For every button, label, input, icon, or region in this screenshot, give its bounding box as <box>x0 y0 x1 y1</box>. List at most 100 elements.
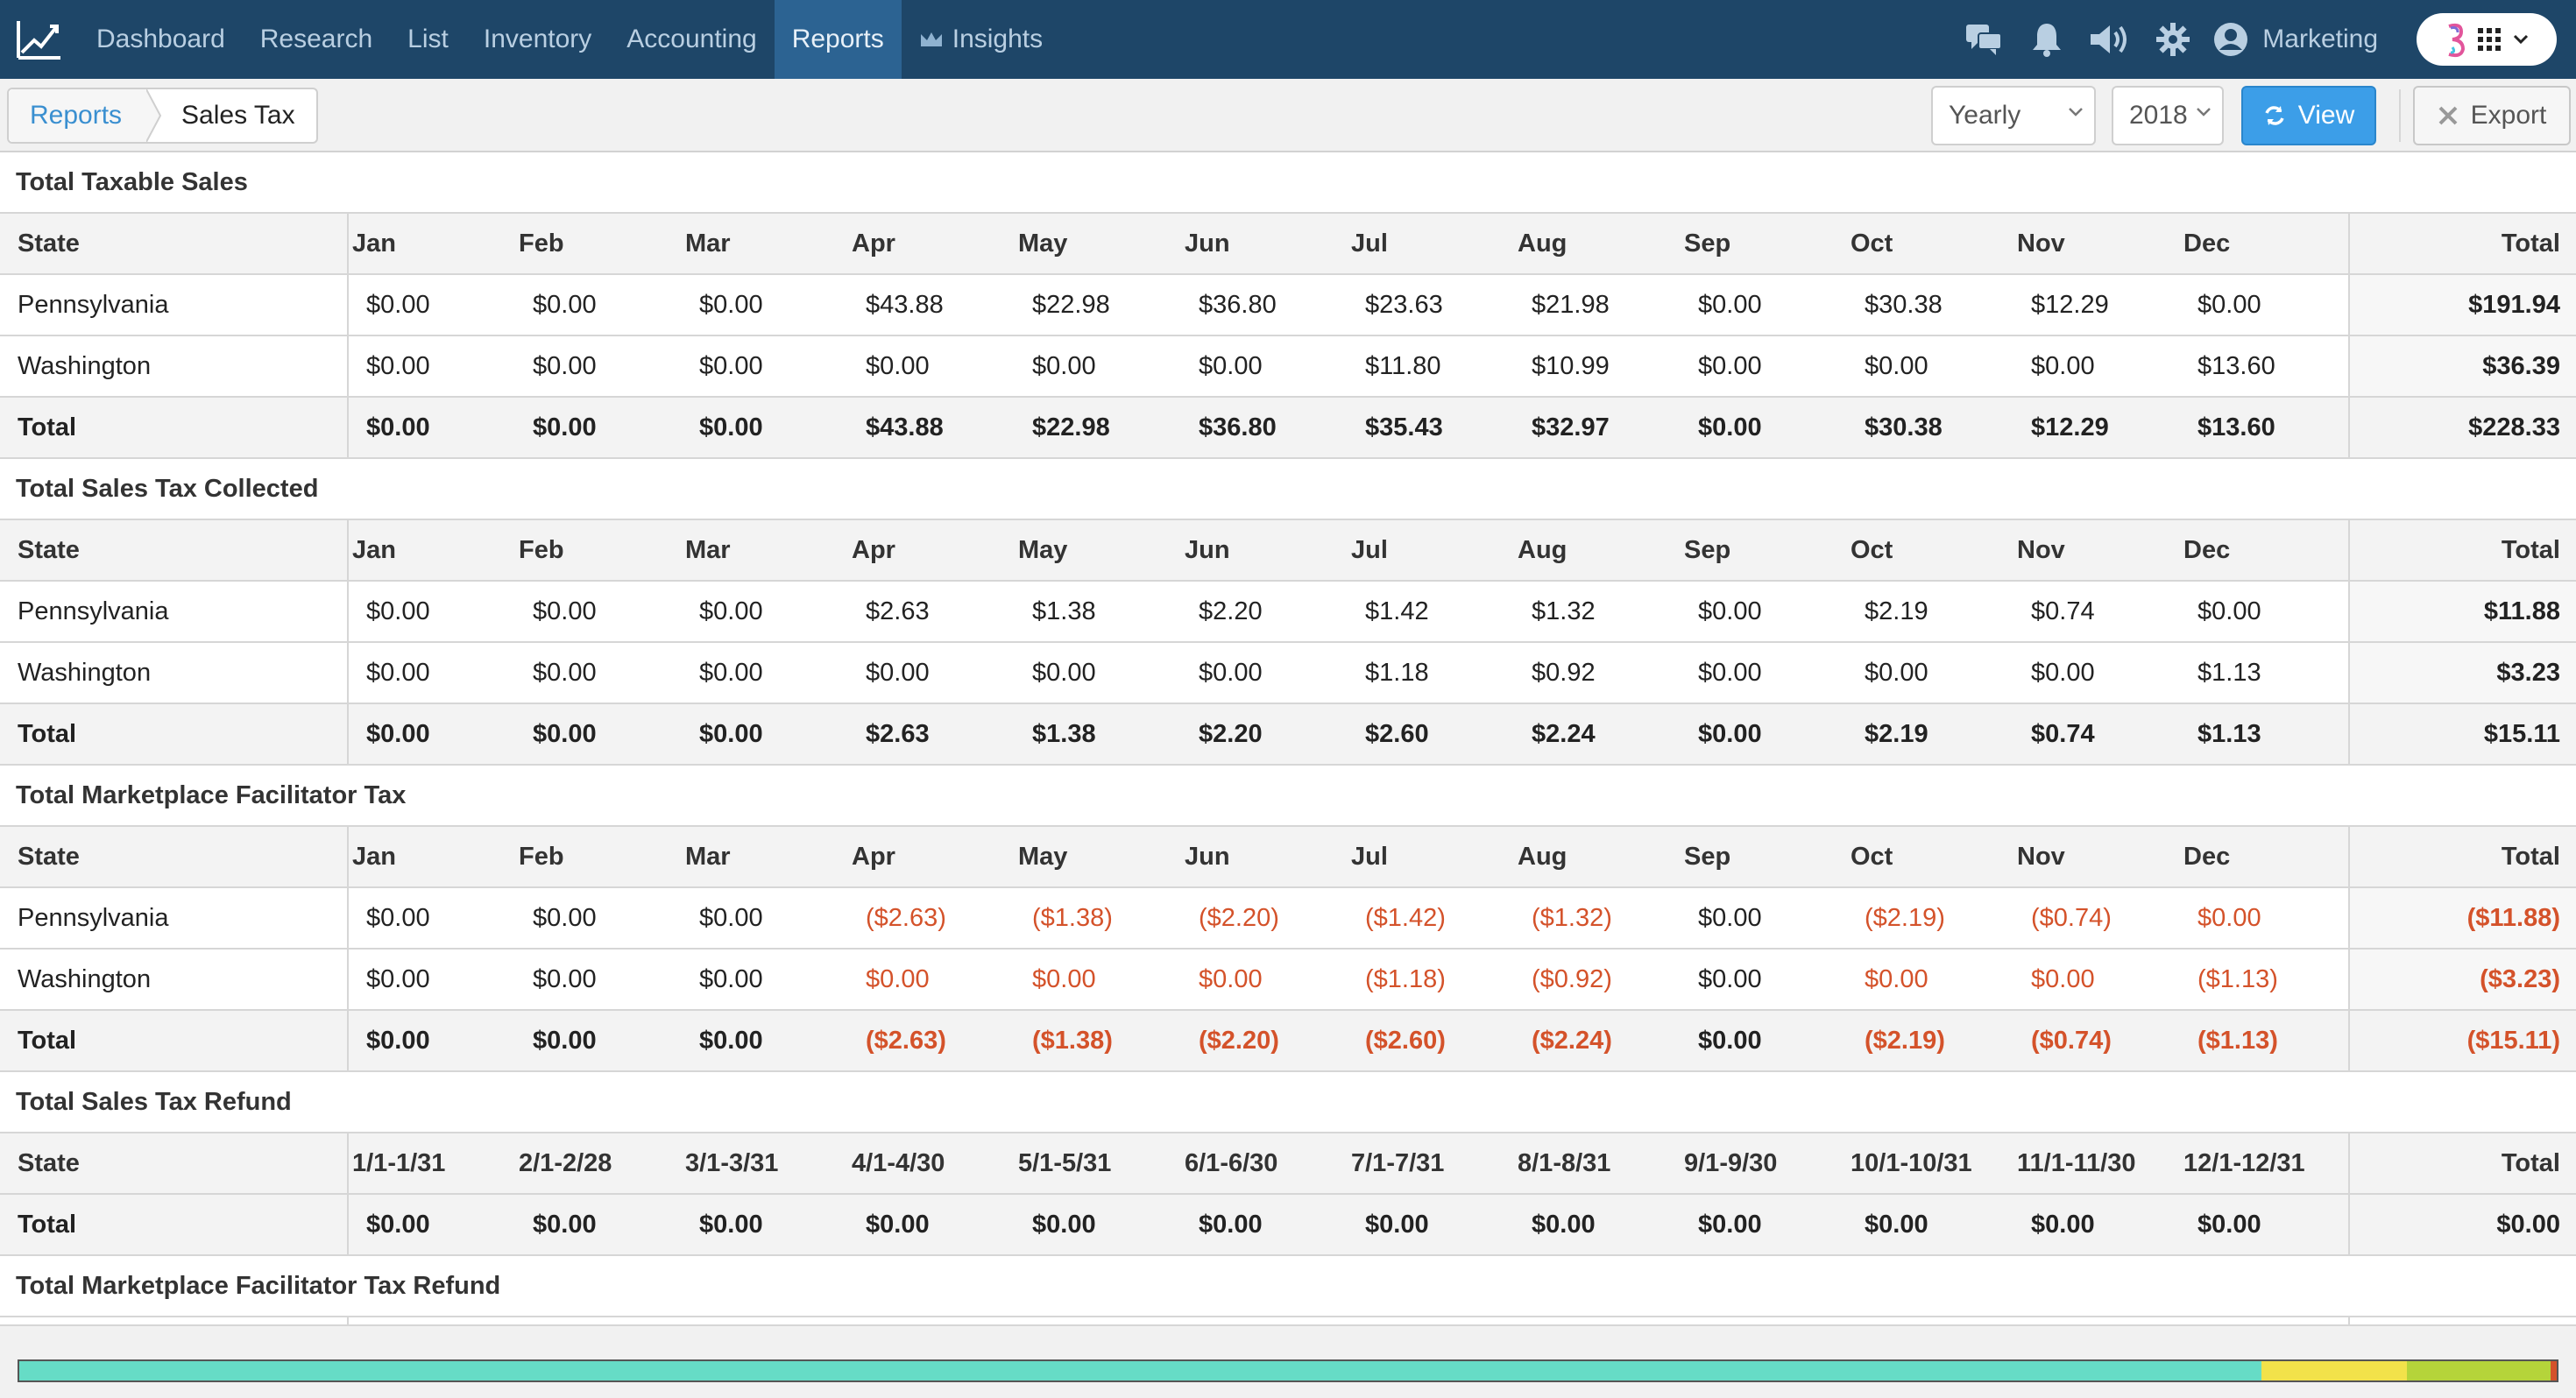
value-cell: $13.60 <box>2197 351 2275 380</box>
column-header: State <box>0 1133 349 1193</box>
nav-item-label: Inventory <box>483 25 592 53</box>
value-cell: $0.00 <box>1865 351 1928 380</box>
value-cell: ($1.38) <box>1032 1026 1113 1055</box>
bell-icon[interactable] <box>2015 0 2078 79</box>
breadcrumb-separator-icon <box>146 89 162 142</box>
value-cell: $11.80 <box>1365 351 1441 380</box>
column-header: Jan <box>352 842 396 871</box>
value-cell: $0.00 <box>366 290 430 319</box>
value-cell: $1.13 <box>2197 658 2261 687</box>
nav-item-dashboard[interactable]: Dashboard <box>79 0 243 79</box>
column-header: 9/1-9/30 <box>1684 1148 1778 1177</box>
column-header: Sep <box>1684 229 1731 258</box>
value-cell: ($2.63) <box>866 903 946 932</box>
nav-item-accounting[interactable]: Accounting <box>609 0 774 79</box>
column-header: Total <box>2348 1133 2576 1193</box>
row-total-cell: $3.23 <box>2348 643 2576 703</box>
value-cell: $0.00 <box>866 351 930 380</box>
app-switcher-button[interactable] <box>2417 13 2557 66</box>
value-cell: $2.20 <box>1199 719 1263 748</box>
value-cell: $0.00 <box>2031 658 2095 687</box>
period-select[interactable]: Yearly <box>1931 86 2096 145</box>
state-cell: Washington <box>0 950 349 1009</box>
value-cell: $0.00 <box>533 290 597 319</box>
column-header: Feb <box>519 229 564 258</box>
value-cell: $0.00 <box>2031 1210 2095 1239</box>
table-row: Pennsylvania $0.00 $0.00 $0.00 $2.63 $1.38 $2.… <box>0 582 2576 643</box>
top-navigation-bar: Dashboard Research List Inventory Accounting… <box>0 0 2576 79</box>
nav-item-reports[interactable]: Reports <box>774 0 902 79</box>
value-cell: $0.00 <box>2197 597 2261 625</box>
column-header: Jul <box>1351 535 1388 564</box>
nav-item-inventory[interactable]: Inventory <box>466 0 609 79</box>
value-cell: $0.00 <box>1032 658 1096 687</box>
column-header: 12/1-12/31 <box>2183 1148 2305 1177</box>
progress-segment <box>19 1361 2261 1380</box>
value-cell: ($2.24) <box>1532 1026 1612 1055</box>
value-cell: ($0.92) <box>1532 964 1612 993</box>
column-header: Nov <box>2017 842 2065 871</box>
row-total-cell: ($11.88) <box>2348 888 2576 948</box>
value-cell: $0.00 <box>699 351 763 380</box>
view-button[interactable]: View <box>2241 86 2376 145</box>
table-row: Washington $0.00 $0.00 $0.00 $0.00 $0.00 $0.00… <box>0 336 2576 398</box>
export-button[interactable]: Export <box>2413 86 2571 145</box>
column-header: Mar <box>685 535 731 564</box>
user-icon[interactable] <box>2204 0 2257 79</box>
row-total-cell: $228.33 <box>2348 398 2576 457</box>
state-cell: Washington <box>0 643 349 703</box>
user-menu-label[interactable]: Marketing <box>2262 25 2378 54</box>
nav-item-list[interactable]: List <box>390 0 466 79</box>
value-cell: $2.19 <box>1865 719 1928 748</box>
value-cell: $0.00 <box>1698 1210 1762 1239</box>
value-cell: $1.38 <box>1032 719 1096 748</box>
column-header: Mar <box>685 842 731 871</box>
total-row: Total $0.00 $0.00 $0.00 $0.00 $0.00 $0.00 $0.00… <box>0 1195 2576 1256</box>
app-logo-icon[interactable] <box>0 0 79 79</box>
column-header: Mar <box>685 229 731 258</box>
value-cell: $22.98 <box>1032 290 1110 319</box>
value-cell: $10.99 <box>1532 351 1610 380</box>
table-header-row: State Jan Feb Mar Apr May Jun Jul Aug Sep Oct Nov De… <box>0 214 2576 275</box>
value-cell: $0.00 <box>366 719 430 748</box>
column-header: Sep <box>1684 842 1731 871</box>
value-cell: $0.00 <box>1865 1210 1928 1239</box>
column-header: Jan <box>352 229 396 258</box>
value-cell: $0.00 <box>699 719 763 748</box>
total-row: Total $0.00 $0.00 $0.00 ($2.63) ($1.38) ($2.20… <box>0 1011 2576 1072</box>
value-cell: $0.00 <box>866 1210 930 1239</box>
value-cell: $0.00 <box>366 1210 430 1239</box>
value-cell: $0.00 <box>533 903 597 932</box>
period-select-value: Yearly <box>1949 101 2021 130</box>
column-header: Nov <box>2017 535 2065 564</box>
value-cell: $2.63 <box>866 597 930 625</box>
chat-icon[interactable] <box>1952 0 2015 79</box>
value-cell: $1.32 <box>1532 597 1596 625</box>
value-cell: $0.74 <box>2031 719 2095 748</box>
nav-item-label: List <box>407 25 449 53</box>
value-cell: $0.00 <box>1199 1210 1263 1239</box>
value-cell: ($2.20) <box>1199 903 1279 932</box>
column-header: Total <box>2348 214 2576 273</box>
column-header: 10/1-10/31 <box>1851 1148 1972 1177</box>
brand-mark-icon <box>2448 23 2466 58</box>
year-select[interactable]: 2018 <box>2112 86 2224 145</box>
value-cell: ($2.20) <box>1199 1026 1279 1055</box>
value-cell: $0.00 <box>533 351 597 380</box>
column-header: 7/1-7/31 <box>1351 1148 1445 1177</box>
value-cell: $36.80 <box>1199 290 1277 319</box>
value-cell: $2.63 <box>866 719 930 748</box>
column-header: 11/1-11/30 <box>2017 1148 2136 1177</box>
breadcrumb-reports-link[interactable]: Reports <box>9 89 147 142</box>
gear-icon[interactable] <box>2141 0 2204 79</box>
speaker-icon[interactable] <box>2078 0 2141 79</box>
column-header: Sep <box>1684 535 1731 564</box>
value-cell: ($2.63) <box>866 1026 946 1055</box>
nav-item-insights[interactable]: Insights <box>902 0 1060 79</box>
value-cell: $0.92 <box>1532 658 1596 687</box>
progress-segment <box>2551 1361 2557 1380</box>
column-header: Aug <box>1518 229 1568 258</box>
progress-segment <box>2407 1361 2551 1380</box>
nav-item-research[interactable]: Research <box>243 0 390 79</box>
value-cell: ($2.60) <box>1365 1026 1446 1055</box>
